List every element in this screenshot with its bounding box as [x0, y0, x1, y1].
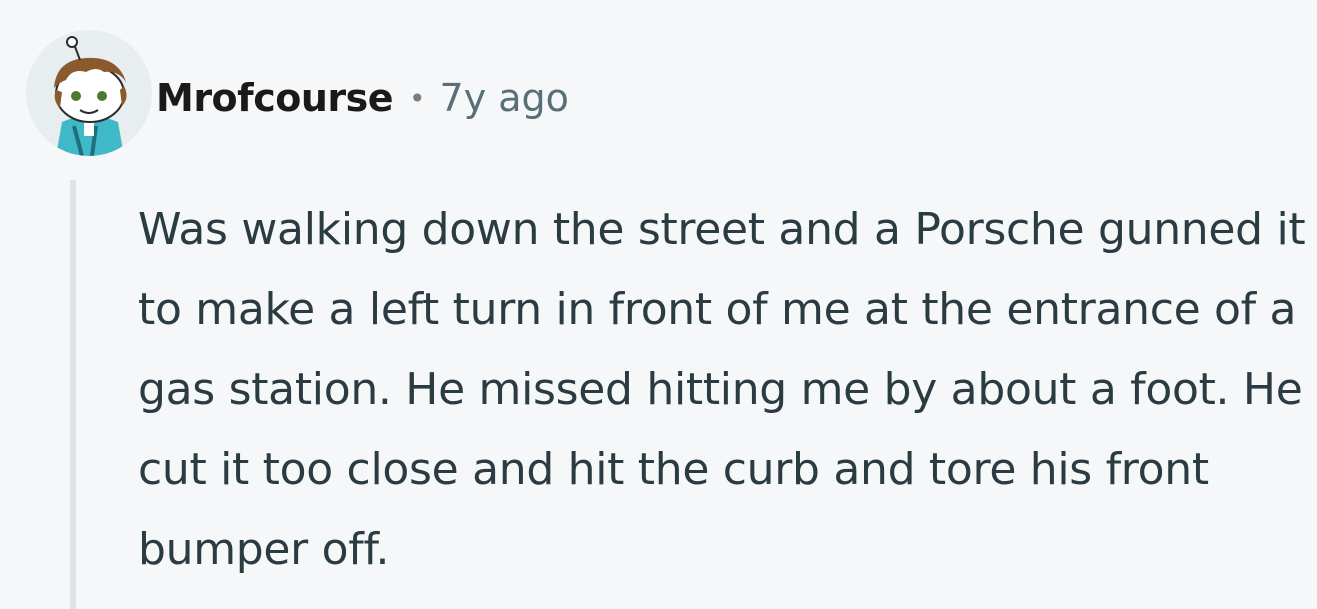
meta-separator: •: [409, 81, 426, 115]
comment-timestamp[interactable]: 7y ago: [440, 76, 569, 120]
comment-body: Was walking down the street and a Porsch…: [138, 204, 1306, 575]
snoo-avatar-icon: [26, 30, 152, 156]
comment-meta: Mrofcourse • 7y ago: [156, 70, 569, 126]
comment-author-link[interactable]: Mrofcourse: [156, 76, 394, 120]
user-avatar[interactable]: [26, 30, 152, 156]
thread-collapse-line[interactable]: [70, 180, 76, 609]
comment: Mrofcourse • 7y ago Was walking down the…: [0, 0, 1317, 609]
